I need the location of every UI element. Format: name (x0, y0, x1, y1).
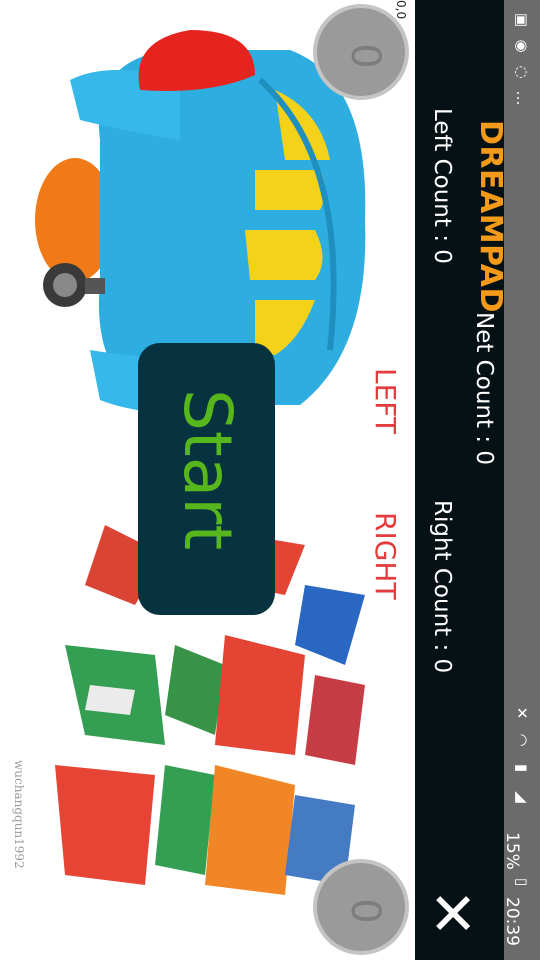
watermark: wuchangqun1992 (12, 760, 26, 869)
right-label: RIGHT (369, 512, 402, 600)
mute-icon: ✕ (513, 706, 531, 720)
left-count: Left Count : 0 (429, 108, 455, 264)
battery-icon: ▯ (513, 877, 531, 887)
app-title: DREAMPAD (473, 120, 508, 313)
joystick-bottom-knob[interactable]: 0 (339, 890, 391, 932)
more-icon: … (513, 90, 531, 106)
wifi-icon: ◠ (513, 733, 531, 747)
net-count: Net Count : 0 (471, 312, 497, 465)
start-button-label[interactable]: Start (169, 389, 246, 550)
close-icon: ✕ (418, 888, 486, 938)
joystick-top-value: 0,0 (394, 0, 408, 20)
right-count: Right Count : 0 (429, 500, 455, 674)
signal-icon: ◢ (513, 791, 531, 803)
joystick-bottom[interactable]: 0 (313, 859, 409, 955)
messenger-icon: ◉ (513, 39, 531, 53)
gallery-icon: ▣ (513, 12, 531, 28)
close-button[interactable]: ✕ (418, 887, 486, 939)
sim-icon: ▮ (513, 763, 531, 773)
battery-percent: 15% (502, 832, 522, 870)
whatsapp-icon: ◌ (513, 65, 531, 79)
left-label: LEFT (369, 368, 402, 435)
joystick-top-knob[interactable]: 0 (339, 35, 391, 77)
clock: 20:39 (502, 897, 522, 946)
status-bar: ▣ ◉ ◌ … ✕ ◠ ▮ ◢ 15% ▯ 20:39 (502, 0, 540, 960)
